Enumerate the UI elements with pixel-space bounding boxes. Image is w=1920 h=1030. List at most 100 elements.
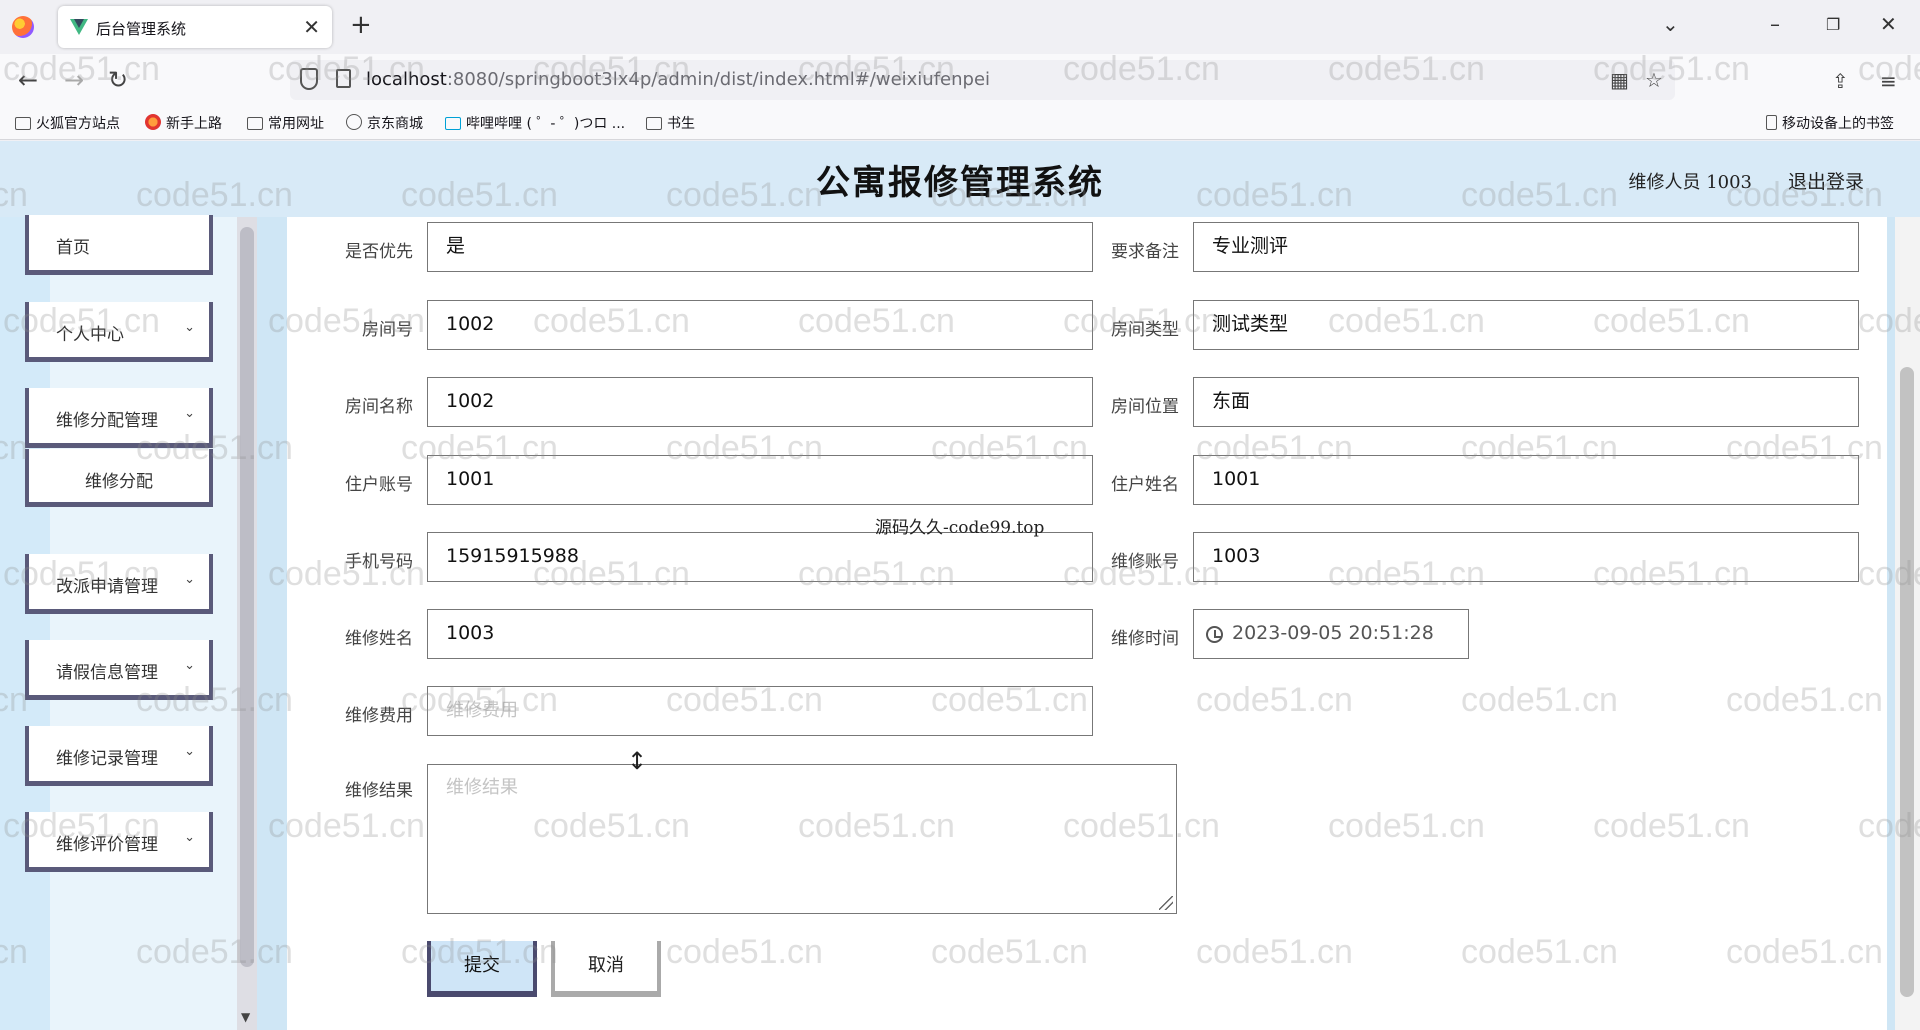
scrollbar-thumb[interactable] xyxy=(1900,367,1914,997)
repair-name-label: 维修姓名 xyxy=(345,629,413,649)
tab-close-icon[interactable]: ✕ xyxy=(303,15,320,39)
room-name-input[interactable]: 1002 xyxy=(427,377,1093,427)
remark-input[interactable]: 专业测评 xyxy=(1193,222,1859,272)
sidebar-item-label: 维修评价管理 xyxy=(56,835,158,855)
chevron-down-icon: ⌄ xyxy=(184,744,195,759)
sidebar-item-repair-assignment-mgmt[interactable]: 维修分配管理 ⌄ xyxy=(25,388,213,448)
sidebar-item-reassign-request-mgmt[interactable]: 改派申请管理 ⌄ xyxy=(25,554,213,614)
qr-code-icon[interactable]: ▦ xyxy=(1610,68,1629,92)
mobile-icon xyxy=(1766,115,1777,130)
sidebar-item-repair-review-mgmt[interactable]: 维修评价管理 ⌄ xyxy=(25,812,213,872)
sidebar-item-label: 维修分配管理 xyxy=(56,411,158,431)
extensions-icon[interactable]: ⇪ xyxy=(1832,69,1849,93)
scroll-down-icon[interactable]: ▼ xyxy=(241,1010,250,1024)
browser-nav-bar: ← → ↻ localhost:8080/springboot3lx4p/adm… xyxy=(0,54,1920,106)
globe-icon xyxy=(346,114,362,130)
sidebar-item-repair-record-mgmt[interactable]: 维修记录管理 ⌄ xyxy=(25,726,213,786)
tab-title: 后台管理系统 xyxy=(96,20,187,38)
url-bar[interactable]: localhost:8080/springboot3lx4p/admin/dis… xyxy=(290,60,1675,100)
bookmark-folder[interactable]: 火狐官方站点 xyxy=(15,113,120,133)
chevron-down-icon: ⌄ xyxy=(184,320,195,335)
repair-time-label: 维修时间 xyxy=(1111,629,1179,649)
text-cursor-icon: ↕ xyxy=(627,747,648,775)
minimize-icon[interactable]: – xyxy=(1770,12,1780,36)
firefox-icon[interactable] xyxy=(12,16,34,38)
resident-name-label: 住户姓名 xyxy=(1111,475,1179,495)
new-tab-button[interactable]: + xyxy=(350,10,372,40)
resident-account-label: 住户账号 xyxy=(345,475,413,495)
repair-result-placeholder: 维修结果 xyxy=(446,777,518,798)
phone-label: 手机号码 xyxy=(345,552,413,572)
tracking-shield-icon[interactable] xyxy=(300,68,318,90)
chevron-down-icon: ⌄ xyxy=(184,830,195,845)
main-scrollbar[interactable] xyxy=(1895,217,1920,1030)
chevron-down-icon: ⌄ xyxy=(184,406,195,421)
repair-result-textarea[interactable]: 维修结果 xyxy=(427,764,1177,914)
scrollbar-thumb[interactable] xyxy=(240,227,254,967)
priority-input[interactable]: 是 xyxy=(427,222,1093,272)
browser-tab-bar: 后台管理系统 ✕ + ⌄ – ❐ ✕ xyxy=(0,0,1920,54)
resize-grip-icon[interactable] xyxy=(1159,896,1173,910)
form-panel: 是否优先 是 要求备注 专业测评 房间号 1002 房间类型 测试类型 房间名称… xyxy=(287,217,1887,1030)
room-type-input[interactable]: 测试类型 xyxy=(1193,300,1859,350)
app-viewport: 公寓报修管理系统 维修人员 1003 退出登录 首页 个人中心 ⌄ 维修分配管理… xyxy=(0,141,1920,1030)
bookmark-link[interactable]: 新手上路 xyxy=(145,113,222,133)
repair-account-label: 维修账号 xyxy=(1111,552,1179,572)
logout-button[interactable]: 退出登录 xyxy=(1788,167,1864,194)
folder-icon xyxy=(15,117,31,130)
repair-time-value: 2023-09-05 20:51:28 xyxy=(1232,622,1434,644)
sidebar-item-personal-center[interactable]: 个人中心 ⌄ xyxy=(25,302,213,362)
repair-fee-input[interactable]: 维修费用 xyxy=(427,686,1093,736)
sidebar-scrollbar[interactable]: ▼ xyxy=(237,217,257,1030)
room-location-input[interactable]: 东面 xyxy=(1193,377,1859,427)
cancel-button[interactable]: 取消 xyxy=(551,941,661,997)
menu-icon[interactable]: ≡ xyxy=(1880,69,1897,93)
room-location-label: 房间位置 xyxy=(1111,397,1179,417)
chevron-down-icon: ⌄ xyxy=(184,658,195,673)
sidebar-item-leave-info-mgmt[interactable]: 请假信息管理 ⌄ xyxy=(25,640,213,700)
forward-icon[interactable]: → xyxy=(64,66,84,94)
room-name-label: 房间名称 xyxy=(345,397,413,417)
remark-label: 要求备注 xyxy=(1111,242,1179,262)
bookmark-folder[interactable]: 书生 xyxy=(646,113,695,133)
submit-button[interactable]: 提交 xyxy=(427,941,537,997)
list-tabs-icon[interactable]: ⌄ xyxy=(1662,12,1679,36)
bookmark-folder[interactable]: 常用网址 xyxy=(247,113,324,133)
bookmarks-bar: 火狐官方站点 新手上路 常用网址 京东商城 哔哩哔哩 ( ゜- ゜)つロ ...… xyxy=(0,106,1920,140)
bilibili-icon xyxy=(445,117,461,130)
window-close-icon[interactable]: ✕ xyxy=(1880,12,1897,36)
url-text[interactable]: localhost:8080/springboot3lx4p/admin/dis… xyxy=(366,69,990,90)
bookmark-link[interactable]: 京东商城 xyxy=(346,113,423,133)
repair-time-picker[interactable]: 2023-09-05 20:51:28 xyxy=(1193,609,1469,659)
room-no-input[interactable]: 1002 xyxy=(427,300,1093,350)
sidebar: 首页 个人中心 ⌄ 维修分配管理 ⌄ 维修分配 改派申请管理 ⌄ 请假信息管理 … xyxy=(0,215,240,1030)
sidebar-item-label: 首页 xyxy=(56,238,90,258)
sidebar-subitem-repair-assignment[interactable]: 维修分配 xyxy=(25,449,213,507)
resident-name-input[interactable]: 1001 xyxy=(1193,455,1859,505)
sidebar-item-home[interactable]: 首页 xyxy=(25,215,213,275)
mobile-bookmarks[interactable]: 移动设备上的书签 xyxy=(1766,113,1894,133)
bookmark-star-icon[interactable]: ☆ xyxy=(1645,68,1663,92)
app-header: 公寓报修管理系统 维修人员 1003 退出登录 xyxy=(0,141,1920,217)
bookmark-link[interactable]: 哔哩哔哩 ( ゜- ゜)つロ ... xyxy=(445,113,625,133)
folder-icon xyxy=(646,117,662,130)
repair-name-input[interactable]: 1003 xyxy=(427,609,1093,659)
sidebar-item-label: 个人中心 xyxy=(56,325,124,345)
room-type-label: 房间类型 xyxy=(1111,320,1179,340)
clock-icon xyxy=(1206,626,1223,643)
priority-label: 是否优先 xyxy=(345,242,413,262)
back-icon[interactable]: ← xyxy=(18,66,38,94)
page-info-icon[interactable] xyxy=(336,69,351,88)
repair-account-input[interactable]: 1003 xyxy=(1193,532,1859,582)
repair-result-label: 维修结果 xyxy=(345,781,413,801)
browser-tab[interactable]: 后台管理系统 ✕ xyxy=(58,6,332,48)
phone-input[interactable]: 15915915988 xyxy=(427,532,1093,582)
restore-icon[interactable]: ❐ xyxy=(1826,15,1840,34)
vue-favicon-icon xyxy=(70,19,88,35)
sidebar-item-label: 请假信息管理 xyxy=(56,663,158,683)
resident-account-input[interactable]: 1001 xyxy=(427,455,1093,505)
room-no-label: 房间号 xyxy=(362,320,413,340)
sidebar-item-label: 维修记录管理 xyxy=(56,749,158,769)
sidebar-item-label: 维修分配 xyxy=(85,472,153,492)
reload-icon[interactable]: ↻ xyxy=(108,66,128,94)
